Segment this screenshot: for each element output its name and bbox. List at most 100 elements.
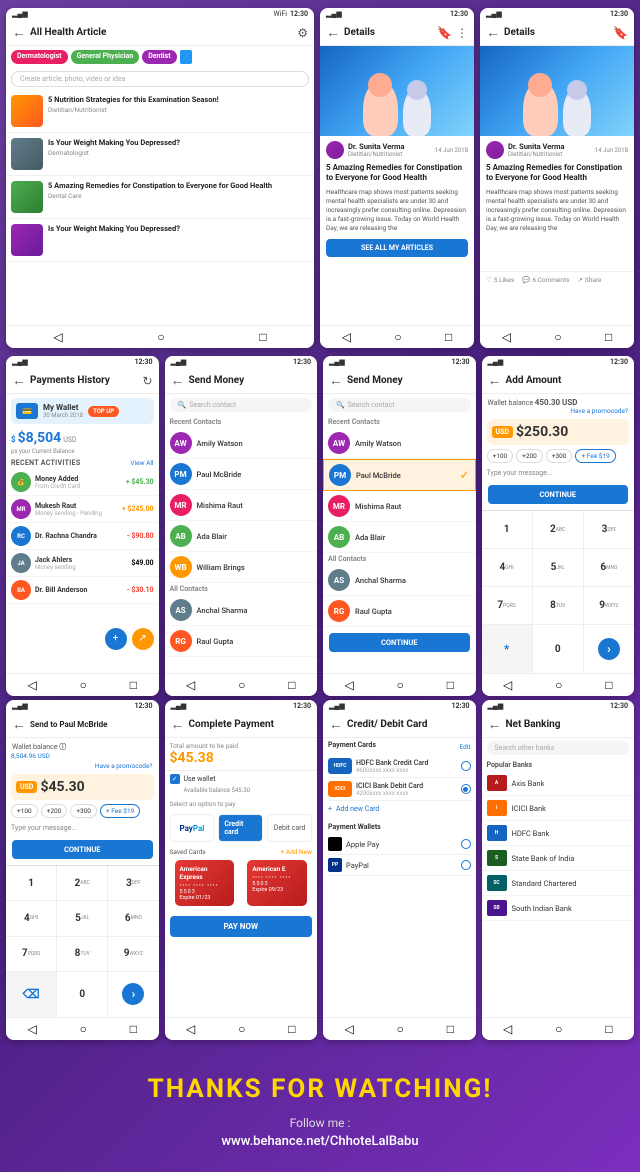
nav-home-aa[interactable]: ○ [555,678,562,692]
paypal-radio[interactable] [461,860,471,870]
all-contact-2-0[interactable]: AS Anchal Sharma [323,565,476,596]
stp-ok-circle[interactable]: › [122,983,144,1005]
nav-back-pay1[interactable]: ◁ [27,678,36,692]
stp-key-4[interactable]: 4GHI [6,901,56,935]
stp-key-2[interactable]: 2ABC [57,866,107,900]
back-aa[interactable]: ← [488,372,502,389]
quick-200[interactable]: +200 [516,449,543,463]
nav-back-sm1[interactable]: ◁ [186,678,195,692]
contact-2[interactable]: MR Mishima Raut [165,490,318,521]
nav-back-3[interactable]: ◁ [502,330,511,344]
key-8[interactable]: 8TUV [533,587,583,624]
continue-button-aa[interactable]: CONTINUE [488,485,629,504]
tab-dermatologist[interactable]: Dermatologist [11,50,68,64]
add-new-card-link[interactable]: + Add New [281,848,312,856]
tab-dentist[interactable]: Dentist [142,50,176,64]
sel-contact-1[interactable]: PM Paul McBride ✓ [323,459,476,491]
all-contact-1[interactable]: RG Raul Gupta [165,626,318,657]
quick-100[interactable]: +100 [487,449,514,463]
wallet-option-apple[interactable]: Apple Pay [328,834,471,855]
nav-recent-cd[interactable]: □ [447,1022,454,1036]
more-icon-2[interactable]: ⋮ [456,26,468,40]
nav-back-nb[interactable]: ◁ [503,1022,512,1036]
activity-item-0[interactable]: 💰 Money Added From Credit Card + $45.30 [6,469,159,496]
card-option-0[interactable]: HDFC HDFC Bank Credit Card 4600xxxx xxxx… [328,755,471,778]
stp-key-5[interactable]: 5JKL [57,901,107,935]
back-cp[interactable]: ← [171,716,185,733]
back-nb[interactable]: ← [488,716,502,733]
key-star[interactable]: * [482,625,532,673]
stp-quick-200[interactable]: +200 [41,804,68,818]
stp-key-ok[interactable]: › [108,972,158,1017]
see-all-button[interactable]: SEE ALL MY ARTICLES [326,239,468,257]
nav-recent-sm1[interactable]: □ [288,678,295,692]
article-search[interactable]: Create article, photo, video or idea [11,71,309,87]
paypal-method[interactable]: PayPal [170,814,215,842]
stp-key-1[interactable]: 1 [6,866,56,900]
radio-1[interactable] [461,784,471,794]
nav-home-cd[interactable]: ○ [397,1022,404,1036]
nav-recent-cp[interactable]: □ [288,1022,295,1036]
radio-0[interactable] [461,761,471,771]
stp-key-6[interactable]: 6MNO [108,901,158,935]
nav-home-stp[interactable]: ○ [80,1022,87,1036]
promo-code-link[interactable]: Have a promocode? [482,407,635,415]
stp-key-star[interactable]: ⌫ [6,972,56,1017]
continue-button-sm2[interactable]: CONTINUE [329,633,470,652]
continue-button-stp[interactable]: CONTINUE [12,840,153,859]
article-item-2[interactable]: Is Your Weight Making You Depressed? Der… [6,133,314,176]
contact-3[interactable]: AB Ada Blair [165,521,318,552]
key-5[interactable]: 5JKL [533,549,583,586]
nav-back-aa[interactable]: ◁ [503,678,512,692]
view-all-link[interactable]: View All [130,459,153,467]
likes-action[interactable]: ♡ 5 Likes [486,276,514,284]
top-up-button[interactable]: TOP UP [88,406,119,417]
send-button[interactable]: ↗ [132,628,154,650]
key-2[interactable]: 2ABC [533,511,583,548]
saved-card-0[interactable]: American Express •••• •••• •••• 5503 Exp… [175,860,235,906]
back-icon-2[interactable]: ← [326,24,340,41]
back-sm1[interactable]: ← [171,372,185,389]
nav-home-pay1[interactable]: ○ [80,678,87,692]
contact-search-1[interactable]: 🔍 Search contact [170,398,313,412]
article-item-3[interactable]: 5 Amazing Remedies for Constipation to E… [6,176,314,219]
key-4[interactable]: 4GHI [482,549,532,586]
activity-item-3[interactable]: JA Jack Ahlers Money sending $49.00 [6,550,159,577]
comments-action[interactable]: 💬 6 Comments [522,276,569,284]
all-contact-0[interactable]: AS Anchal Sharma [165,595,318,626]
key-7[interactable]: 7PQRS [482,587,532,624]
nav-home-nb[interactable]: ○ [555,1022,562,1036]
ok-circle[interactable]: › [598,638,620,660]
refresh-icon[interactable]: ↻ [142,374,152,388]
back-cd[interactable]: ← [329,716,343,733]
nav-recent-aa[interactable]: □ [605,678,612,692]
stp-quick-100[interactable]: +100 [11,804,38,818]
key-9[interactable]: 9WXYZ [584,587,634,624]
stp-quick-fee[interactable]: + Fee $19 [100,804,140,818]
nav-home-3[interactable]: ○ [554,330,561,344]
bank-search[interactable]: Search other banks [487,741,630,755]
promo-link-stp[interactable]: Have a promocode? [6,762,159,770]
tab-more[interactable] [180,50,192,64]
sel-contact-2[interactable]: MR Mishima Raut [323,491,476,522]
wallet-checkbox[interactable]: ✓ [170,774,180,784]
nav-recent-3[interactable]: □ [605,330,612,344]
nav-back-stp[interactable]: ◁ [27,1022,36,1036]
key-ok[interactable]: › [584,625,634,673]
nav-recent-nb[interactable]: □ [605,1022,612,1036]
back-icon[interactable]: ← [12,24,26,41]
contact-4[interactable]: WB William Brings [165,552,318,583]
back-stp[interactable]: ← [12,716,26,733]
contact-search-2[interactable]: 🔍 Search contact [328,398,471,412]
tab-general-physician[interactable]: General Physician [71,50,140,64]
back-pay1[interactable]: ← [12,372,26,389]
bank-item-hdfc[interactable]: H HDFC Bank [482,821,635,846]
apple-radio[interactable] [461,839,471,849]
stp-quick-300[interactable]: +300 [70,804,97,818]
nav-home-2[interactable]: ○ [394,330,401,344]
sel-contact-3[interactable]: AB Ada Blair [323,522,476,553]
nav-back-2[interactable]: ◁ [342,330,351,344]
bookmark-filled-icon[interactable]: 🔖 [613,26,628,40]
wallet-check[interactable]: ✓ Use wallet [165,771,318,787]
activity-item-1[interactable]: MR Mukesh Raut Money sending - Pending +… [6,496,159,523]
